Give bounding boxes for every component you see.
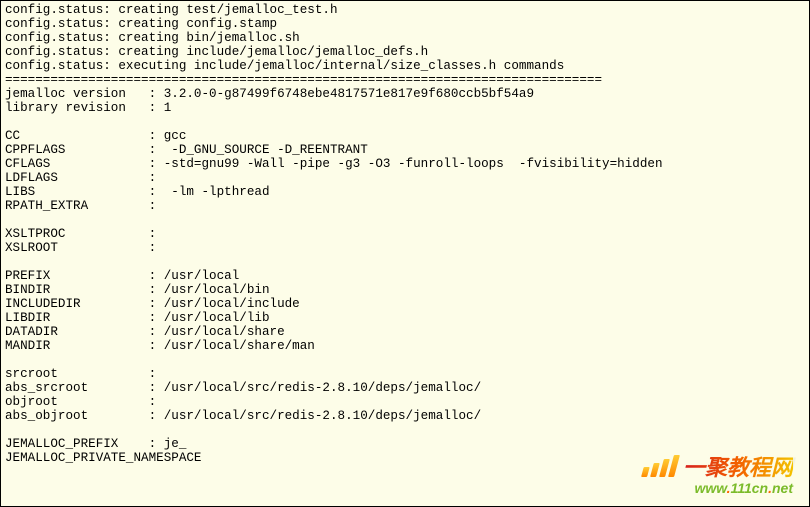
watermark-title: 一聚教程网	[683, 450, 793, 482]
watermark-url: www.111cn.net	[644, 480, 793, 496]
watermark-bars-icon	[641, 455, 680, 477]
watermark: 一聚教程网 www.111cn.net	[644, 450, 793, 496]
terminal-output: config.status: creating test/jemalloc_te…	[1, 1, 809, 467]
